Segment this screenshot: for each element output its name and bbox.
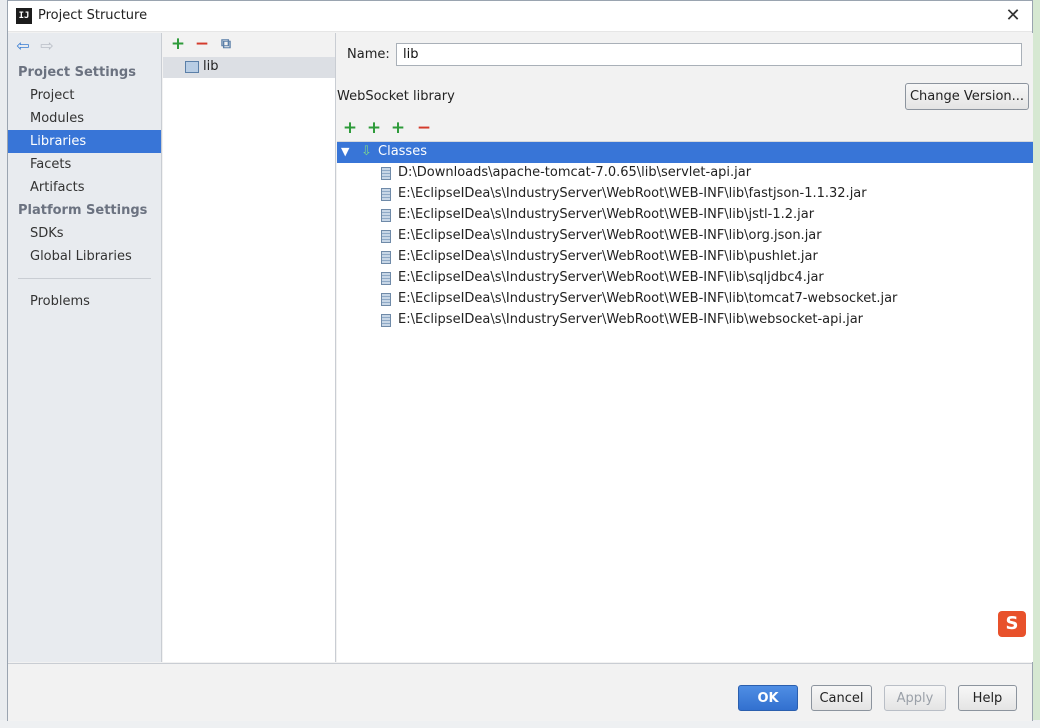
dialog-footer: OK Cancel Apply Help <box>8 663 1032 721</box>
nav-item-global-libraries[interactable]: Global Libraries <box>8 245 161 268</box>
jar-icon <box>381 209 391 222</box>
jar-list-item[interactable]: E:\EclipseIDea\s\IndustryServer\WebRoot\… <box>337 310 1033 331</box>
jar-list-item[interactable]: E:\EclipseIDea\s\IndustryServer\WebRoot\… <box>337 289 1033 310</box>
jar-icon <box>381 251 391 264</box>
library-detail-panel: Name: WebSocket library Change Version..… <box>337 33 1033 662</box>
remove-library-icon[interactable]: − <box>193 35 211 53</box>
jar-list-item[interactable]: E:\EclipseIDea\s\IndustryServer\WebRoot\… <box>337 205 1033 226</box>
forward-arrow-icon[interactable]: ⇨ <box>38 37 56 55</box>
library-name-input[interactable] <box>396 43 1022 66</box>
background-ide-bottom <box>0 720 1040 728</box>
attach-jar-directories-icon[interactable]: + <box>389 119 407 137</box>
jar-path: E:\EclipseIDea\s\IndustryServer\WebRoot\… <box>398 207 815 222</box>
nav-item-facets[interactable]: Facets <box>8 153 161 176</box>
libraries-list-panel: + − ⧉ lib <box>163 33 336 662</box>
jar-list-item[interactable]: E:\EclipseIDea\s\IndustryServer\WebRoot\… <box>337 226 1033 247</box>
jar-icon <box>381 188 391 201</box>
jar-path: E:\EclipseIDea\s\IndustryServer\WebRoot\… <box>398 312 864 327</box>
jar-list-item[interactable]: D:\Downloads\apache-tomcat-7.0.65\lib\se… <box>337 163 1033 184</box>
ok-button[interactable]: OK <box>738 685 798 711</box>
apply-button[interactable]: Apply <box>884 685 946 711</box>
jar-path: E:\EclipseIDea\s\IndustryServer\WebRoot\… <box>398 291 898 306</box>
jar-list-item[interactable]: E:\EclipseIDea\s\IndustryServer\WebRoot\… <box>337 184 1033 205</box>
title-bar: IJ Project Structure ✕ <box>8 1 1032 32</box>
window-title: Project Structure <box>38 8 148 23</box>
jar-path: E:\EclipseIDea\s\IndustryServer\WebRoot\… <box>398 186 867 201</box>
classes-tree-root[interactable]: ▼ ⇩ Classes <box>337 142 1033 163</box>
nav-toolbar: ⇦ ⇨ <box>8 33 161 61</box>
nav-item-sdks[interactable]: SDKs <box>8 222 161 245</box>
input-method-icon[interactable]: S <box>998 611 1026 637</box>
platform-settings-header: Platform Settings <box>18 203 148 218</box>
libraries-toolbar: + − ⧉ <box>163 33 335 57</box>
classes-tree: ▼ ⇩ Classes D:\Downloads\apache-tomcat-7… <box>337 141 1033 662</box>
classes-toolbar: + + + − <box>337 117 1033 141</box>
add-root-icon[interactable]: + <box>341 119 359 137</box>
background-ide-right <box>1032 0 1040 728</box>
jar-path: D:\Downloads\apache-tomcat-7.0.65\lib\se… <box>398 165 752 180</box>
jar-icon <box>381 293 391 306</box>
library-name: lib <box>203 59 219 74</box>
settings-navigation: ⇦ ⇨ Project Settings Project Modules Lib… <box>8 33 162 662</box>
name-label: Name: <box>347 47 390 62</box>
change-version-button[interactable]: Change Version... <box>905 83 1029 110</box>
library-type-label: WebSocket library <box>337 89 455 104</box>
nav-item-project[interactable]: Project <box>8 84 161 107</box>
nav-item-problems[interactable]: Problems <box>8 290 161 313</box>
cancel-button[interactable]: Cancel <box>811 685 872 711</box>
back-arrow-icon[interactable]: ⇦ <box>14 37 32 55</box>
copy-library-icon[interactable]: ⧉ <box>217 35 235 53</box>
project-structure-dialog: IJ Project Structure ✕ ⇦ ⇨ Project Setti… <box>7 0 1033 721</box>
jar-path: E:\EclipseIDea\s\IndustryServer\WebRoot\… <box>398 228 822 243</box>
nav-item-libraries[interactable]: Libraries <box>8 130 161 153</box>
project-settings-header: Project Settings <box>18 65 136 80</box>
library-list-item[interactable]: lib <box>163 57 335 78</box>
attach-classes-icon[interactable]: + <box>365 119 383 137</box>
jar-path: E:\EclipseIDea\s\IndustryServer\WebRoot\… <box>398 249 818 264</box>
close-button[interactable]: ✕ <box>1002 5 1024 27</box>
expand-arrow-icon[interactable]: ▼ <box>341 145 349 158</box>
nav-item-modules[interactable]: Modules <box>8 107 161 130</box>
intellij-app-icon: IJ <box>16 8 32 24</box>
library-icon <box>185 61 199 73</box>
classes-label: Classes <box>378 144 427 159</box>
nav-item-artifacts[interactable]: Artifacts <box>8 176 161 199</box>
jar-list-item[interactable]: E:\EclipseIDea\s\IndustryServer\WebRoot\… <box>337 247 1033 268</box>
jar-icon <box>381 167 391 180</box>
nav-divider <box>18 278 151 279</box>
remove-root-icon[interactable]: − <box>415 119 433 137</box>
jar-icon <box>381 314 391 327</box>
add-library-icon[interactable]: + <box>169 35 187 53</box>
jar-icon <box>381 230 391 243</box>
jar-icon <box>381 272 391 285</box>
help-button[interactable]: Help <box>958 685 1017 711</box>
jar-path: E:\EclipseIDea\s\IndustryServer\WebRoot\… <box>398 270 824 285</box>
jar-list-item[interactable]: E:\EclipseIDea\s\IndustryServer\WebRoot\… <box>337 268 1033 289</box>
classes-icon: ⇩ <box>361 144 372 159</box>
